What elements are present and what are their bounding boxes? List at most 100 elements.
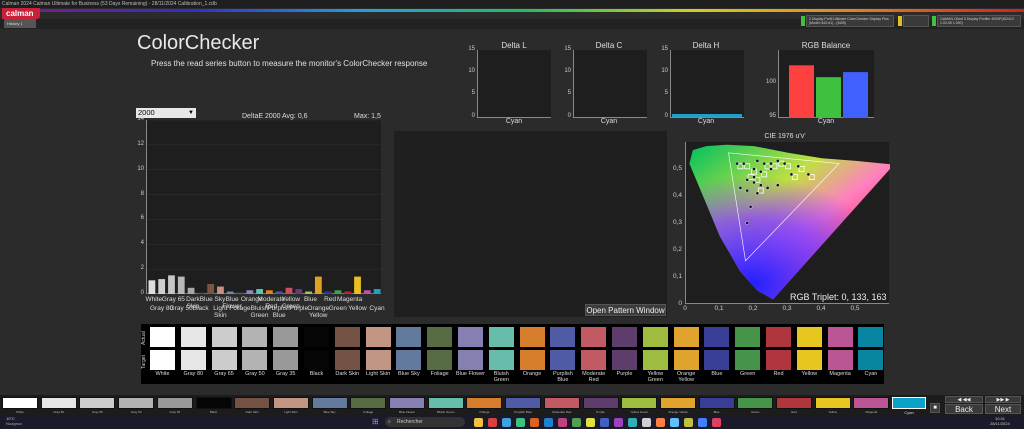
bottom-swatch[interactable] bbox=[118, 397, 155, 409]
swatch-target[interactable] bbox=[827, 350, 853, 370]
swatch-target[interactable] bbox=[396, 350, 422, 370]
taskbar-app-icon[interactable] bbox=[600, 418, 609, 427]
bottom-swatch[interactable] bbox=[543, 397, 580, 409]
swatch-actual[interactable] bbox=[427, 327, 453, 347]
swatch-actual[interactable] bbox=[273, 327, 299, 347]
deltae-formula-select[interactable]: 2000 ▼ bbox=[136, 108, 196, 118]
swatch-actual[interactable] bbox=[827, 327, 853, 347]
bottom-selected-swatch[interactable] bbox=[892, 397, 926, 409]
bottom-swatch[interactable] bbox=[621, 397, 658, 409]
bottom-swatch[interactable] bbox=[272, 397, 309, 409]
swatch-target[interactable] bbox=[673, 350, 699, 370]
bottom-swatch[interactable] bbox=[311, 397, 348, 409]
taskbar-app-icon[interactable] bbox=[474, 418, 483, 427]
swatch-target[interactable] bbox=[858, 350, 884, 370]
swatch-actual[interactable] bbox=[211, 327, 237, 347]
swatch-actual[interactable] bbox=[242, 327, 268, 347]
swatch-actual[interactable] bbox=[550, 327, 576, 347]
swatch-target[interactable] bbox=[519, 350, 545, 370]
bottom-swatch[interactable] bbox=[427, 397, 464, 409]
swatch-actual[interactable] bbox=[766, 327, 791, 347]
swatch-actual[interactable] bbox=[458, 327, 483, 347]
swatch-target[interactable] bbox=[488, 350, 514, 370]
taskbar-app-icon[interactable] bbox=[558, 418, 567, 427]
device-source-box[interactable] bbox=[903, 15, 929, 27]
bottom-swatch[interactable] bbox=[40, 397, 77, 409]
swatch-target[interactable] bbox=[458, 350, 483, 370]
bottom-swatch[interactable] bbox=[156, 397, 193, 409]
swatch-target[interactable] bbox=[304, 350, 329, 370]
swatch-target[interactable] bbox=[550, 350, 576, 370]
swatch-target[interactable] bbox=[704, 350, 730, 370]
bottom-swatch[interactable] bbox=[814, 397, 851, 409]
bottom-swatch[interactable] bbox=[853, 397, 890, 409]
taskbar-app-icon[interactable] bbox=[642, 418, 651, 427]
bottom-swatch[interactable] bbox=[234, 397, 271, 409]
bottom-swatch[interactable] bbox=[79, 397, 116, 409]
swatch-actual[interactable] bbox=[304, 327, 329, 347]
swatch-target[interactable] bbox=[150, 350, 175, 370]
bottom-swatch[interactable] bbox=[737, 397, 774, 409]
tab-history[interactable]: History 1 bbox=[4, 19, 36, 28]
taskbar-app-icon[interactable] bbox=[516, 418, 525, 427]
swatch-actual[interactable] bbox=[180, 327, 206, 347]
swatch-actual[interactable] bbox=[704, 327, 730, 347]
taskbar-app-icon[interactable] bbox=[656, 418, 665, 427]
taskbar-app-icon[interactable] bbox=[586, 418, 595, 427]
taskbar-app-icon[interactable] bbox=[698, 418, 707, 427]
taskbar-app-icon[interactable] bbox=[628, 418, 637, 427]
swatch-actual[interactable] bbox=[150, 327, 175, 347]
swatch-target[interactable] bbox=[766, 350, 791, 370]
bottom-swatch[interactable] bbox=[505, 397, 542, 409]
swatch-actual[interactable] bbox=[365, 327, 391, 347]
bottom-swatch[interactable] bbox=[466, 397, 503, 409]
swatch-target[interactable] bbox=[273, 350, 299, 370]
swatch-actual[interactable] bbox=[796, 327, 822, 347]
taskbar-app-icon[interactable] bbox=[544, 418, 553, 427]
taskbar-app-icon[interactable] bbox=[670, 418, 679, 427]
swatch-target[interactable] bbox=[796, 350, 822, 370]
swatch-target[interactable] bbox=[180, 350, 206, 370]
back-arrows-button[interactable]: ◀ ◀◀ bbox=[945, 396, 983, 403]
stop-button[interactable]: ■ bbox=[930, 403, 940, 413]
swatch-target[interactable] bbox=[642, 350, 668, 370]
open-pattern-window-button[interactable]: Open Pattern Window bbox=[585, 304, 666, 316]
taskbar-app-icon[interactable] bbox=[502, 418, 511, 427]
swatch-actual[interactable] bbox=[396, 327, 422, 347]
swatch-actual[interactable] bbox=[519, 327, 545, 347]
swatch-target[interactable] bbox=[427, 350, 453, 370]
next-arrows-button[interactable]: ▶▶ ▶ bbox=[985, 396, 1021, 403]
swatch-actual[interactable] bbox=[673, 327, 699, 347]
taskbar-app-icon[interactable] bbox=[684, 418, 693, 427]
windows-start-icon[interactable]: ⊞ bbox=[372, 417, 382, 427]
bottom-swatch[interactable] bbox=[582, 397, 619, 409]
bottom-swatch[interactable] bbox=[698, 397, 735, 409]
swatch-actual[interactable] bbox=[612, 327, 637, 347]
swatch-target[interactable] bbox=[581, 350, 607, 370]
taskbar-app-icon[interactable] bbox=[488, 418, 497, 427]
swatch-target[interactable] bbox=[242, 350, 268, 370]
taskbar-app-icon[interactable] bbox=[712, 418, 721, 427]
swatch-target[interactable] bbox=[612, 350, 637, 370]
taskbar-search-box[interactable]: ⌕ Rechercher bbox=[385, 417, 465, 427]
device-meter-box[interactable]: 2 Display Profil Ultimate ColorChecker D… bbox=[806, 15, 894, 27]
bottom-swatch[interactable] bbox=[350, 397, 387, 409]
swatch-actual[interactable] bbox=[642, 327, 668, 347]
swatch-actual[interactable] bbox=[488, 327, 514, 347]
taskbar-app-icon[interactable] bbox=[572, 418, 581, 427]
device-display-box[interactable]: CalMAN Client 3 Display Profiler 4900P(I… bbox=[937, 15, 1021, 27]
bottom-swatch[interactable] bbox=[659, 397, 696, 409]
swatch-actual[interactable] bbox=[858, 327, 884, 347]
taskbar-app-icon[interactable] bbox=[614, 418, 623, 427]
swatch-target[interactable] bbox=[365, 350, 391, 370]
swatch-actual[interactable] bbox=[735, 327, 761, 347]
calman-logo[interactable]: calman bbox=[2, 8, 40, 19]
swatch-actual[interactable] bbox=[334, 327, 360, 347]
bottom-swatch[interactable] bbox=[389, 397, 425, 409]
bottom-swatch[interactable] bbox=[195, 397, 232, 409]
bottom-swatch[interactable] bbox=[2, 397, 38, 409]
back-button[interactable]: Back bbox=[945, 404, 983, 414]
bottom-swatch[interactable] bbox=[776, 397, 812, 409]
next-button[interactable]: Next bbox=[985, 404, 1021, 414]
swatch-actual[interactable] bbox=[581, 327, 607, 347]
